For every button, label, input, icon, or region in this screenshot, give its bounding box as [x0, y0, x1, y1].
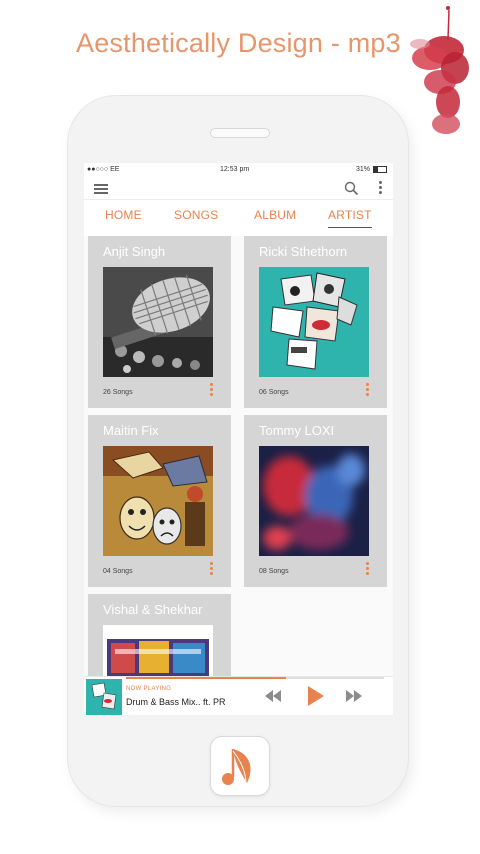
artist-grid: Anjit Singh 26 Songs Ricki Sthethorn 06 …: [84, 236, 393, 676]
carrier-signal: ●●○○○ EE: [87, 166, 120, 173]
song-count: 06 Songs: [259, 389, 289, 396]
card-menu-icon[interactable]: [366, 383, 370, 399]
artist-name: Vishal & Shekhar: [103, 602, 203, 617]
app-logo-button[interactable]: [210, 736, 270, 796]
blurred-portrait-artwork: [259, 446, 369, 556]
hamburger-menu-icon[interactable]: [94, 184, 108, 194]
status-bar: ●●○○○ EE 12:53 pm 31%: [84, 163, 393, 177]
card-menu-icon[interactable]: [366, 562, 370, 578]
battery-percent: 31%: [355, 166, 370, 173]
song-count: 04 Songs: [103, 568, 133, 575]
artist-card[interactable]: Tommy LOXI 08 Songs: [244, 415, 387, 587]
artist-card[interactable]: Ricki Sthethorn 06 Songs: [244, 236, 387, 408]
tab-home[interactable]: HOME: [105, 208, 142, 222]
app-screen: ●●○○○ EE 12:53 pm 31% HOME SONGS ALBUM A…: [84, 163, 393, 715]
vertical-dots-icon[interactable]: [377, 181, 383, 197]
now-playing-label: NOW PLAYING: [126, 686, 172, 692]
tab-artist[interactable]: ARTIST: [328, 208, 372, 228]
tab-songs[interactable]: SONGS: [174, 208, 218, 222]
search-icon[interactable]: [344, 181, 359, 196]
poster-artwork: [103, 625, 213, 676]
now-playing-bar[interactable]: NOW PLAYING Drum & Bass Mix.. ft. PR: [84, 676, 393, 715]
card-menu-icon[interactable]: [210, 383, 214, 399]
next-track-icon[interactable]: [345, 690, 363, 702]
battery-icon: [373, 166, 387, 173]
artist-name: Ricki Sthethorn: [259, 244, 348, 259]
previous-track-icon[interactable]: [264, 690, 282, 702]
headline: Aesthetically Design - mp3: [76, 28, 401, 58]
artist-name: Maitin Fix: [103, 423, 159, 438]
card-menu-icon[interactable]: [210, 562, 214, 578]
status-time: 12:53 pm: [220, 166, 250, 173]
artist-name: Anjit Singh: [103, 244, 166, 259]
red-ink-splash-image: [410, 6, 469, 134]
song-count: 08 Songs: [259, 568, 289, 575]
tab-album[interactable]: ALBUM: [254, 208, 296, 222]
app-toolbar: [84, 177, 393, 200]
artist-card[interactable]: Anjit Singh 26 Songs: [88, 236, 231, 408]
playback-progress[interactable]: [126, 677, 384, 679]
tab-bar: HOME SONGS ALBUM ARTIST: [84, 200, 393, 230]
masks-artwork: [103, 446, 213, 556]
playback-progress-fill: [126, 677, 286, 679]
music-note-leaf-icon: [222, 749, 251, 785]
play-icon[interactable]: [307, 685, 325, 707]
artist-card[interactable]: Vishal & Shekhar: [88, 594, 231, 676]
collage-artwork: [259, 267, 369, 377]
artist-name: Tommy LOXI: [259, 423, 335, 438]
microphone-artwork: [103, 267, 213, 377]
track-title: Drum & Bass Mix.. ft. PR: [126, 697, 226, 707]
phone-speaker: [210, 128, 270, 138]
phone-frame: ●●○○○ EE 12:53 pm 31% HOME SONGS ALBUM A…: [68, 96, 408, 806]
battery-indicator: 31%: [356, 166, 387, 173]
artist-card[interactable]: Maitin Fix 04 Songs: [88, 415, 231, 587]
song-count: 26 Songs: [103, 389, 133, 396]
now-playing-thumbnail: [86, 679, 122, 715]
